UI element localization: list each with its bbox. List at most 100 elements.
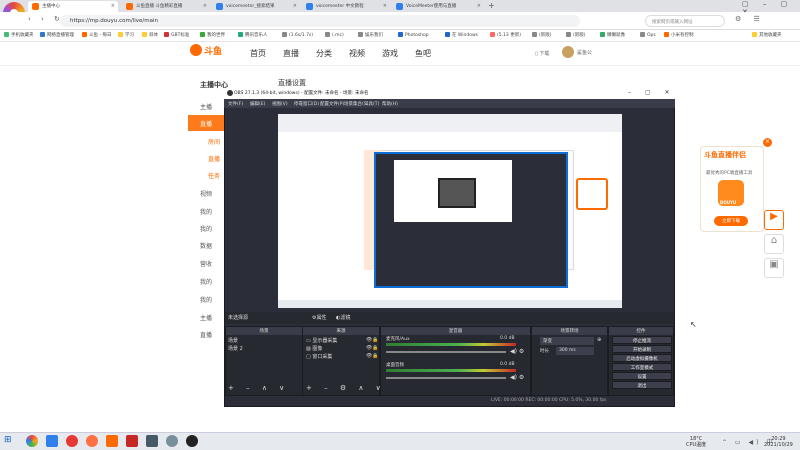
tab-4[interactable]: voicemeeter 中文教程 × bbox=[302, 1, 390, 12]
scene-item[interactable]: 场景 2 bbox=[228, 345, 243, 352]
bookmark[interactable]: 网络直播管理 bbox=[40, 32, 74, 38]
app-taskbar-icon[interactable] bbox=[166, 435, 178, 447]
settings-button[interactable]: 设置 bbox=[612, 372, 672, 380]
exit-button[interactable]: 退出 bbox=[612, 381, 672, 389]
address-bar[interactable]: https://mp.douyu.com/live/main bbox=[60, 15, 580, 27]
bookmark[interactable]: 斜体 bbox=[142, 32, 158, 38]
nav-game[interactable]: 游戏 bbox=[382, 48, 398, 59]
source-controls[interactable]: + – ⚙ ∧ ∨ bbox=[306, 384, 386, 392]
menu-docks[interactable]: 停靠窗口(D) bbox=[294, 101, 319, 107]
source-item[interactable]: ▭ 显示器采集 bbox=[306, 337, 337, 344]
bookmark[interactable]: 小米有控制 bbox=[664, 32, 694, 38]
bookmark[interactable]: (5.13 更新) bbox=[490, 32, 521, 38]
bookmark[interactable]: (新版) bbox=[566, 32, 586, 38]
close-icon[interactable]: × bbox=[111, 3, 115, 9]
bookmark[interactable]: 学习 bbox=[118, 32, 134, 38]
volume-slider[interactable] bbox=[386, 377, 506, 379]
screen-icon[interactable]: ▣ bbox=[764, 258, 784, 278]
studio-mode-button[interactable]: 工作室模式 bbox=[612, 363, 672, 371]
app-taskbar-icon[interactable] bbox=[46, 435, 58, 447]
menu-file[interactable]: 文件(F) bbox=[228, 101, 243, 107]
username[interactable]: 鲨鱼公 bbox=[577, 49, 592, 56]
scene-controls[interactable]: + – ∧ ∨ bbox=[228, 384, 289, 392]
speaker-icon[interactable]: ◀) ⚙ bbox=[510, 348, 524, 355]
bookmark[interactable]: 手机收藏夹 bbox=[4, 32, 34, 38]
app-taskbar-icon[interactable] bbox=[66, 435, 78, 447]
bookmark[interactable]: 斗鱼 - 每日 bbox=[82, 32, 111, 38]
scene-item[interactable]: 场景 bbox=[228, 337, 238, 344]
weather-widget[interactable]: 18°C CPU温度 bbox=[686, 436, 706, 448]
sidebar-item[interactable]: 我的 bbox=[200, 277, 212, 286]
transition-select[interactable]: 渐变 bbox=[540, 337, 594, 345]
sidebar-subitem[interactable]: 房间 bbox=[208, 137, 220, 146]
douyu-logo[interactable]: 斗鱼 bbox=[190, 44, 228, 64]
tab-5[interactable]: VoiceMeeter使用与直播 × bbox=[392, 1, 484, 12]
app-taskbar-icon[interactable] bbox=[146, 435, 158, 447]
sidebar-item[interactable]: 直播 bbox=[200, 330, 212, 339]
obs-taskbar-icon[interactable] bbox=[186, 435, 198, 447]
tab-2[interactable]: 斗鱼直播 斗鱼精彩直播 × bbox=[122, 1, 210, 12]
sidebar-item[interactable]: 主播 bbox=[200, 102, 212, 111]
windows-start-icon[interactable]: ⊞ bbox=[4, 435, 12, 445]
bookmark[interactable]: 腾讯音乐人 bbox=[238, 32, 268, 38]
sidebar-item[interactable]: 我的 bbox=[200, 295, 212, 304]
extension-icons[interactable]: ⚙ ☰ bbox=[735, 15, 765, 23]
clock[interactable]: 20:29 2021/10/29 bbox=[764, 436, 793, 448]
nav-fishbar[interactable]: 鱼吧 bbox=[415, 48, 431, 59]
sidebar-item[interactable]: 我的 bbox=[200, 224, 212, 233]
speaker-icon[interactable]: ◀) ⚙ bbox=[510, 374, 524, 381]
play-icon[interactable]: ▶ bbox=[764, 210, 784, 230]
bookmark[interactable]: (.mc) bbox=[325, 32, 344, 38]
bookmark[interactable]: 懒懒就像 bbox=[600, 32, 625, 38]
stop-streaming-button[interactable]: 停止推流 bbox=[612, 336, 672, 344]
source-item[interactable]: ▢ 窗口采集 bbox=[306, 353, 332, 360]
close-icon[interactable]: × bbox=[763, 138, 772, 147]
close-icon[interactable]: × bbox=[383, 3, 387, 9]
close-icon[interactable]: × bbox=[203, 3, 207, 9]
volume-slider[interactable] bbox=[386, 351, 506, 353]
obs-window-controls[interactable]: – ▢ ✕ bbox=[628, 89, 676, 96]
bookmark[interactable]: 我的世界 bbox=[200, 32, 225, 38]
promo-download-button[interactable]: 立即下载 bbox=[714, 216, 748, 226]
sidebar-subitem[interactable]: 直播 bbox=[208, 154, 220, 163]
properties-button[interactable]: ⚙属性 bbox=[312, 314, 327, 321]
firefox-taskbar-icon[interactable] bbox=[86, 435, 98, 447]
bookmark[interactable]: 娱乐我们 bbox=[358, 32, 383, 38]
bookmark[interactable]: 其他收藏夹 bbox=[752, 32, 782, 38]
menu-tools[interactable]: 工具(T) bbox=[364, 101, 379, 107]
sidebar-item[interactable]: 我的 bbox=[200, 207, 212, 216]
sidebar-item[interactable]: 数据 bbox=[200, 241, 212, 250]
search-box[interactable]: 搜索网页或输入网址 bbox=[645, 15, 725, 27]
tab-main[interactable]: 主播中心 × bbox=[28, 1, 118, 12]
app-taskbar-icon[interactable] bbox=[126, 435, 138, 447]
add-transition-icon[interactable]: ⊕ bbox=[597, 337, 601, 343]
bookmark[interactable]: Ops bbox=[640, 32, 656, 38]
nav-live[interactable]: 直播 bbox=[283, 48, 299, 59]
menu-edit[interactable]: 编辑(E) bbox=[250, 101, 265, 107]
visibility-icons[interactable]: 👁🔒 👁🔒 👁🔒 bbox=[366, 336, 379, 360]
nav-home[interactable]: 首页 bbox=[250, 48, 266, 59]
nav-video[interactable]: 视频 bbox=[349, 48, 365, 59]
avatar[interactable] bbox=[562, 46, 574, 58]
douyu-taskbar-icon[interactable] bbox=[106, 435, 118, 447]
sidebar-item[interactable]: 营收 bbox=[200, 259, 212, 268]
bookmark[interactable]: (1.6s/1.7s) bbox=[282, 32, 313, 38]
virtual-camera-button[interactable]: 启动虚拟摄像机 bbox=[612, 354, 672, 362]
bookmark[interactable]: GBT标准 bbox=[164, 32, 189, 38]
sidebar-item[interactable]: 视频 bbox=[200, 189, 212, 198]
new-tab-button[interactable]: + bbox=[488, 1, 495, 10]
start-recording-button[interactable]: 开始录制 bbox=[612, 345, 672, 353]
menu-help[interactable]: 帮助(H) bbox=[382, 101, 398, 107]
nav-category[interactable]: 分类 bbox=[316, 48, 332, 59]
bookmark[interactable]: Photoshop bbox=[398, 32, 429, 38]
menu-profile[interactable]: 配置文件(P) bbox=[320, 101, 344, 107]
download-link[interactable]: ▯ 下载 bbox=[535, 50, 549, 57]
sidebar-subitem[interactable]: 任务 bbox=[208, 171, 220, 180]
bookmark[interactable]: 在 Windows bbox=[445, 32, 478, 38]
source-item[interactable]: ▨ 图像 bbox=[306, 345, 322, 352]
sidebar-item[interactable]: 主播 bbox=[200, 313, 212, 322]
close-icon[interactable]: × bbox=[477, 3, 481, 9]
menu-view[interactable]: 视图(V) bbox=[272, 101, 288, 107]
home-icon[interactable]: ⌂ bbox=[764, 234, 784, 254]
tab-3[interactable]: voicemeeter_搜索结果 × bbox=[212, 1, 300, 12]
